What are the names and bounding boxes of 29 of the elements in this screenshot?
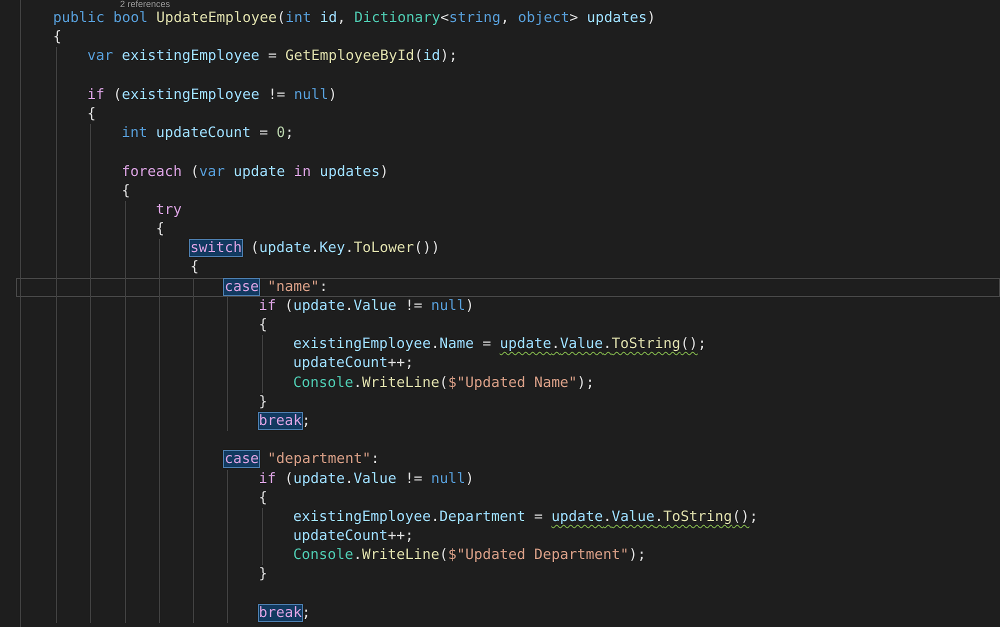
code-line: updateCount++;	[293, 355, 414, 372]
code-line: foreach (var update in updates)	[122, 164, 388, 180]
code-line: Console.WriteLine($"Updated Name");	[293, 374, 594, 391]
references-link[interactable]: 2 references	[120, 0, 170, 9]
code-line: break;	[258, 412, 310, 429]
code-line: }	[258, 566, 268, 582]
code-line: {	[53, 29, 62, 46]
code-line: {	[190, 259, 199, 276]
code-line: {	[156, 221, 164, 238]
code-line: updateCount++;	[293, 528, 414, 544]
code-line: {	[258, 317, 268, 333]
code-line: }	[258, 394, 268, 410]
code-line: {	[87, 106, 96, 122]
code-line: if (update.Value != null)	[258, 298, 474, 314]
code-line: case "name":	[224, 278, 328, 295]
code-line: int updateCount = 0;	[122, 125, 294, 142]
code-line: {	[122, 182, 130, 199]
code-line: existingEmployee.Name = update.Value.ToString();	[293, 336, 706, 352]
code-line: try	[156, 202, 182, 218]
code-line: {	[258, 490, 268, 506]
code-line: if (existingEmployee != null)	[87, 86, 337, 103]
code-line: public bool UpdateEmployee(int id, Dictionary<string, object> updates)	[53, 10, 656, 26]
code-line: var existingEmployee = GetEmployeeById(id);	[87, 48, 458, 64]
code-line: switch (update.Key.ToLower())	[190, 240, 440, 256]
code-line: break;	[258, 604, 310, 621]
code-line: existingEmployee.Department = update.Value.ToString();	[293, 508, 758, 525]
code-line: Console.WriteLine($"Updated Department");	[293, 547, 646, 564]
code-line: case "department":	[224, 451, 380, 468]
code-line: if (update.Value != null)	[258, 470, 474, 486]
